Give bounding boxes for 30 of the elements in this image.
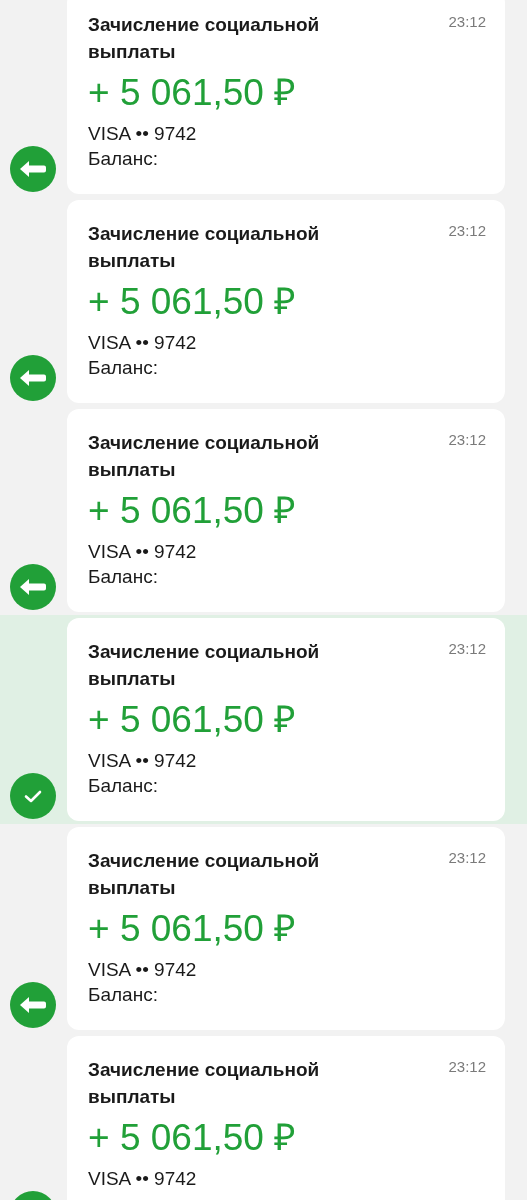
amount: + 5 061,50 ₽: [88, 907, 298, 951]
message-title: Зачисление социальной выплаты: [88, 13, 321, 64]
card-number: VISA •• 9742: [88, 122, 198, 146]
balance-label: Баланс:: [88, 356, 159, 380]
message-title: Зачисление социальной выплаты: [88, 431, 321, 482]
balance-label: Баланс:: [88, 565, 159, 589]
amount: + 5 061,50 ₽: [88, 280, 298, 324]
message-title: Зачисление социальной выплаты: [88, 222, 321, 273]
card-number: VISA •• 9742: [88, 958, 198, 982]
amount: + 5 061,50 ₽: [88, 489, 298, 533]
message-time: 23:12: [448, 849, 486, 866]
message-time: 23:12: [448, 431, 486, 448]
check-icon[interactable]: [10, 773, 56, 819]
amount: + 5 061,50 ₽: [88, 71, 298, 115]
card-number: VISA •• 9742: [88, 749, 198, 773]
message-time: 23:12: [448, 222, 486, 239]
message-title: Зачисление социальной выплаты: [88, 849, 321, 900]
card-number: VISA •• 9742: [88, 540, 198, 564]
message-title: Зачисление социальной выплаты: [88, 1058, 321, 1109]
card-number: VISA •• 9742: [88, 331, 198, 355]
balance-label: Баланс:: [88, 774, 159, 798]
amount: + 5 061,50 ₽: [88, 1116, 298, 1160]
message-time: 23:12: [448, 1058, 486, 1075]
card-number: VISA •• 9742: [88, 1167, 198, 1191]
amount: + 5 061,50 ₽: [88, 698, 298, 742]
balance-label: Баланс:: [88, 983, 159, 1007]
message-title: Зачисление социальной выплаты: [88, 640, 321, 691]
message-time: 23:12: [448, 640, 486, 657]
balance-label: Баланс:: [88, 147, 159, 171]
message-time: 23:12: [448, 13, 486, 30]
